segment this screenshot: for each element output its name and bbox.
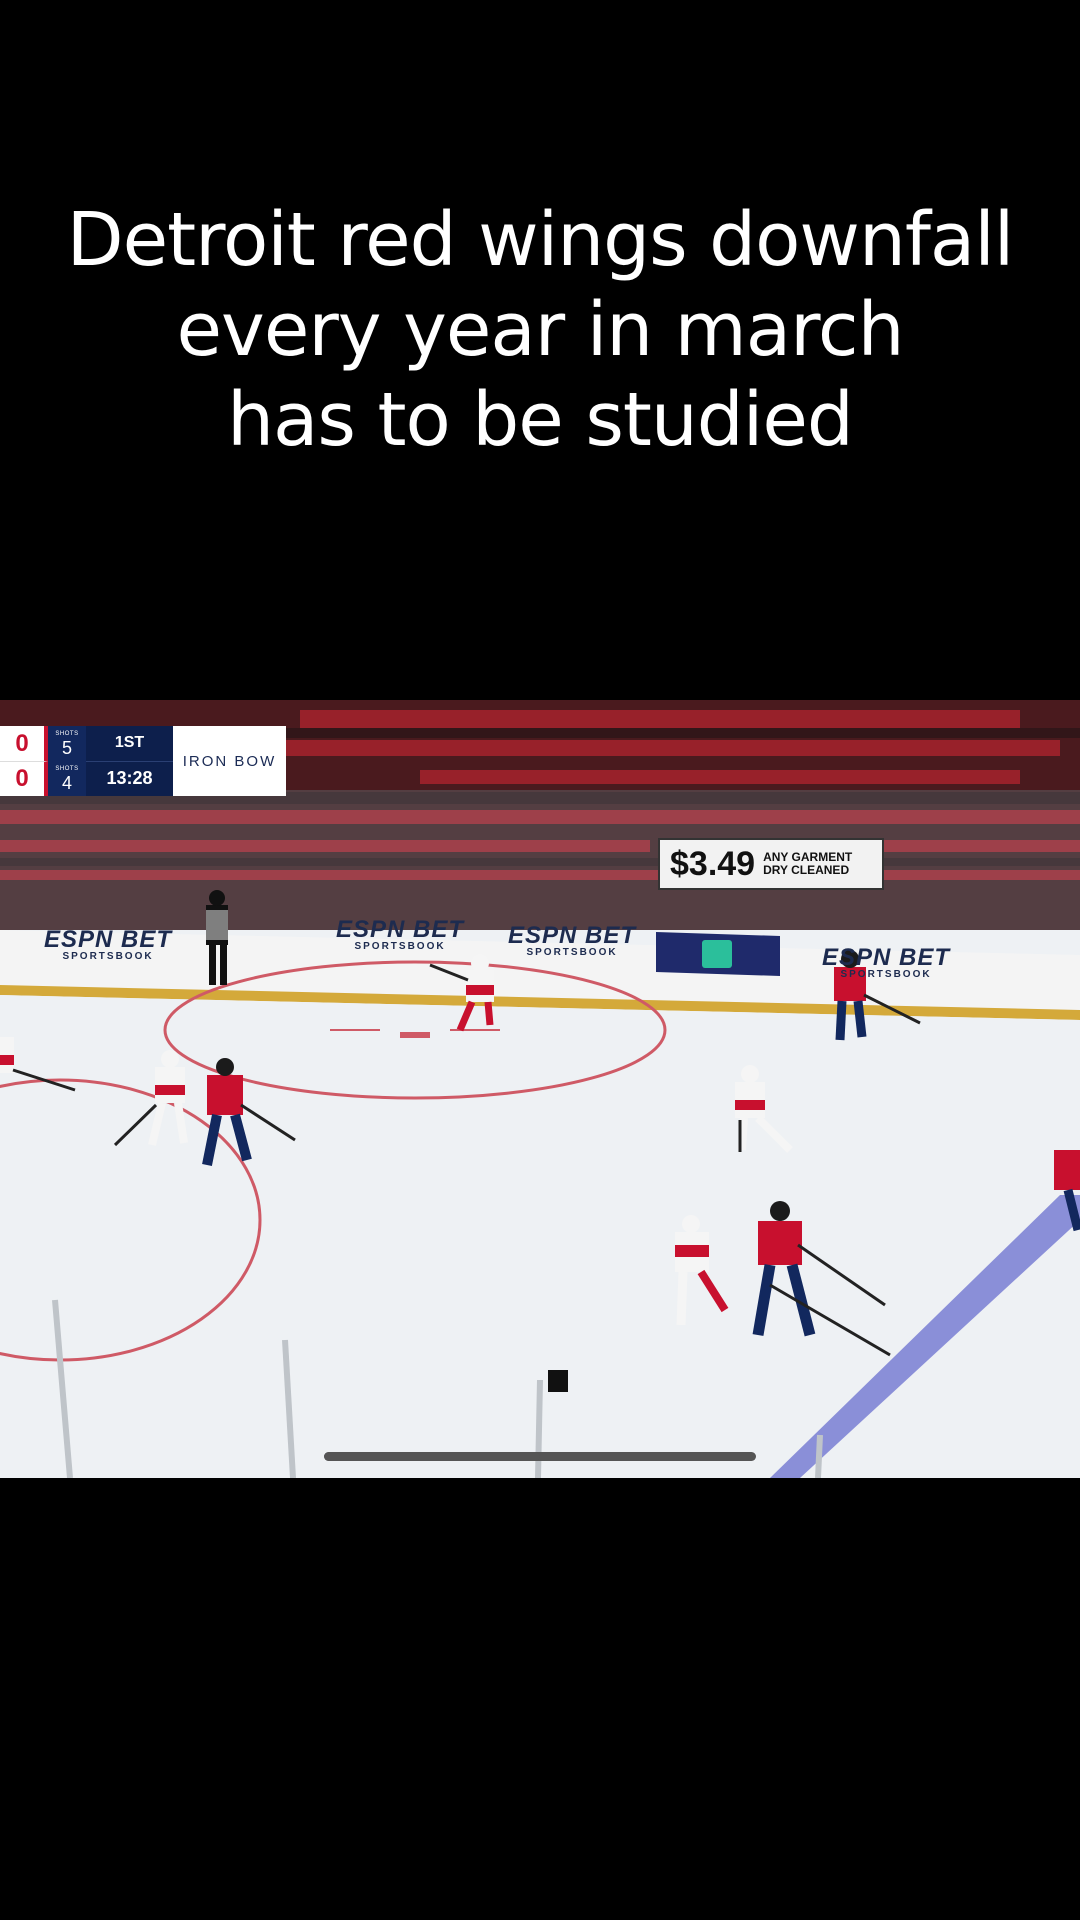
home-score: 0 [0,726,48,761]
hockey-rink-scene [0,700,1080,1478]
caption-line-2: every year in march [176,287,905,373]
shots-label: SHOTS [55,730,79,737]
shots-label: SHOTS [55,765,79,772]
caption-line-3: has to be studied [227,377,854,463]
board-sub: SPORTSBOOK [62,951,154,962]
board-sub: SPORTSBOOK [526,947,618,958]
board-brand: ESPN BET [508,922,637,949]
board-brand: ESPN BET [336,916,465,943]
caption-line-1: Detroit red wings downfall [66,197,1015,283]
dry-cleaning-ad: $3.49 ANY GARMENT DRY CLEANED [658,838,884,890]
video-caption: Detroit red wings downfall every year in… [0,195,1080,465]
board-brand: ESPN BET [44,926,173,953]
board-sub: SPORTSBOOK [840,969,932,980]
away-score: 0 [0,761,48,796]
game-clock: 13:28 [106,768,153,789]
video-progress-fill [324,1452,540,1461]
video-progress-bar[interactable] [324,1452,756,1461]
board-ad-3: ESPN BET SPORTSBOOK [508,924,636,958]
board-brand: ESPN BET [822,944,951,971]
board-ad-1: ESPN BET SPORTSBOOK [44,928,172,962]
board-ad-4: ESPN BET SPORTSBOOK [822,946,950,980]
scorebug: 0 0 SHOTS 5 SHOTS 4 1ST 13:28 IRON BOW [0,726,286,796]
ad-price: $3.49 [670,844,756,883]
board-sub: SPORTSBOOK [354,941,446,952]
video-frame[interactable]: 0 0 SHOTS 5 SHOTS 4 1ST 13:28 IRON BOW $… [0,700,1080,1478]
away-shots: 4 [61,772,72,793]
period: 1ST [86,726,173,762]
ad-line-2: DRY CLEANED [763,863,850,877]
home-shots: 5 [61,737,72,758]
scorebug-sponsor: IRON BOW [173,726,286,796]
board-ad-2: ESPN BET SPORTSBOOK [336,918,464,952]
